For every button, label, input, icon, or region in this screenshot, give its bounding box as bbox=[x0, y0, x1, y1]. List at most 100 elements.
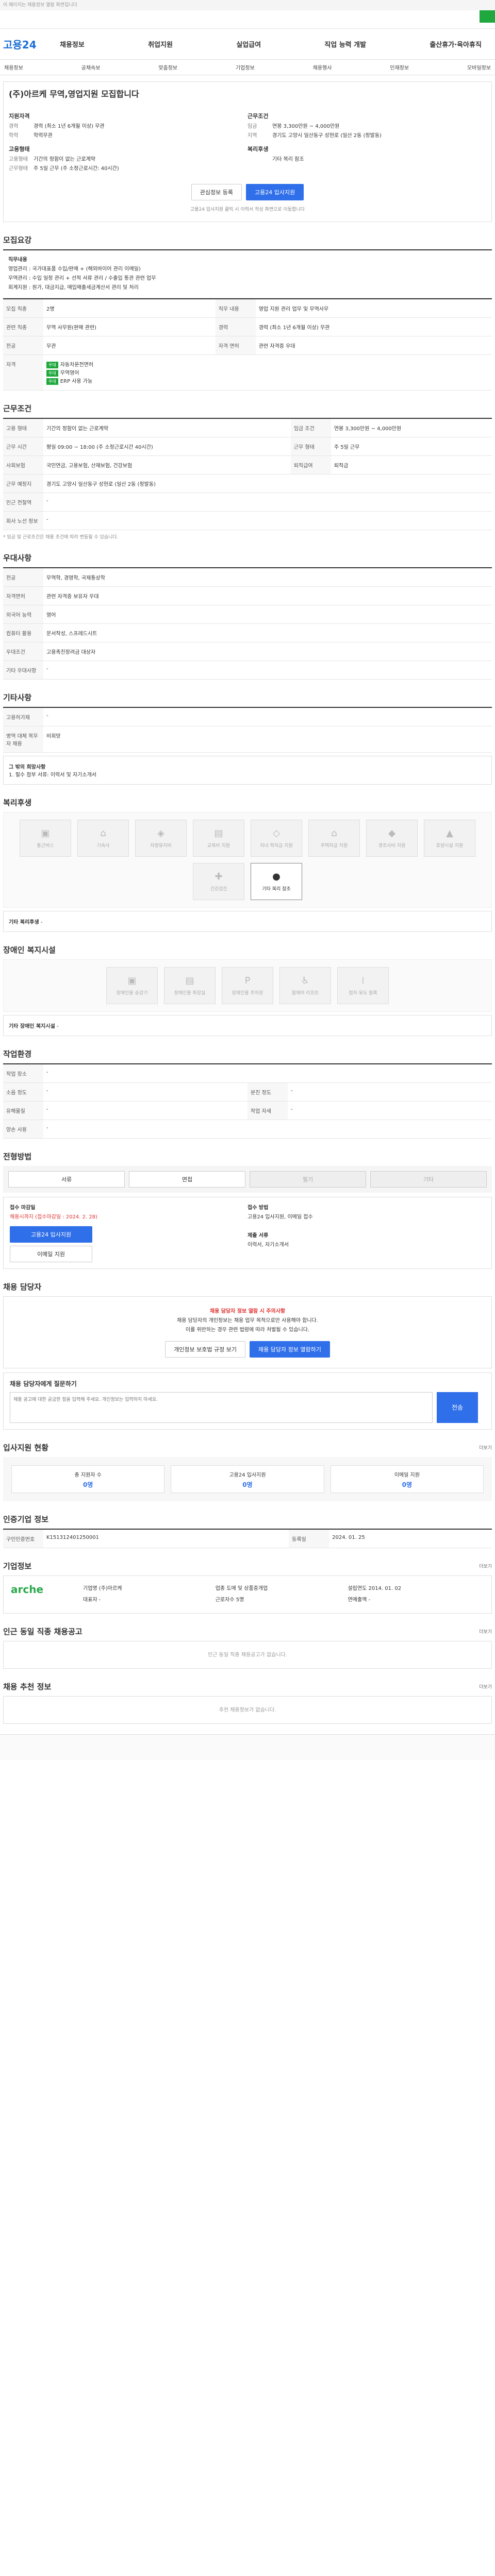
kv-value: 경기도 고양시 일산동구 성현로 (일산 2동 (정발동) bbox=[272, 133, 382, 139]
braille-icon: ⁞ bbox=[361, 975, 365, 986]
tags-cell: 우대 자동차운전면허 우대 무역영어 우대 ERP 사용 가능 bbox=[43, 354, 492, 391]
empty-other: 인근 동일 직종 채용공고가 없습니다. bbox=[3, 1641, 492, 1669]
row-key: 임금 조건 bbox=[290, 418, 331, 437]
row-key: 자격 면허 bbox=[215, 336, 256, 355]
row-key: 작업 자세 bbox=[248, 1101, 288, 1120]
site-logo[interactable]: 고용24 bbox=[3, 37, 39, 52]
menu-item[interactable]: 출산휴가·육아휴직 bbox=[430, 39, 482, 49]
tag-badge: 우대 bbox=[46, 378, 58, 385]
row-value: 무관 bbox=[43, 336, 216, 355]
view-manager-button[interactable]: 채용 담당자 정보 열람하기 bbox=[250, 1341, 330, 1358]
alert-line: 채용 담당자의 개인정보는 채용 업무 목적으로만 사용해야 합니다. bbox=[177, 1318, 318, 1324]
stat-label: 총 지원자 수 bbox=[74, 1472, 102, 1478]
facility-item: ♿ 휠체어 리프트 bbox=[279, 967, 331, 1004]
facility-item: ⁞ 점자 유도 블록 bbox=[337, 967, 389, 1004]
section-title: 장애인 복지시설 bbox=[3, 945, 56, 955]
job-summary: (주)아르케 무역,영업지원 모집합니다 지원자격 경력 경력 (최소 1년 6개… bbox=[3, 81, 492, 222]
send-question-button[interactable]: 전송 bbox=[437, 1392, 478, 1423]
row-value: - bbox=[43, 493, 492, 512]
kv-key: 경력 bbox=[9, 124, 19, 129]
email-apply-button[interactable]: 이메일 지원 bbox=[10, 1246, 92, 1262]
subnav-item[interactable]: 기업정보 bbox=[236, 63, 255, 71]
row-value: - bbox=[288, 1101, 492, 1120]
row-value: - bbox=[43, 1082, 248, 1101]
row-key: 기타 우대사항 bbox=[3, 660, 43, 680]
car-icon: ◈ bbox=[157, 828, 164, 839]
row-value: 무역학, 경영학, 국제통상학 bbox=[43, 568, 492, 587]
row-key: 퇴직급여 bbox=[290, 455, 331, 474]
menu-item[interactable]: 실업급여 bbox=[236, 39, 261, 49]
section-title: 복리후생 bbox=[3, 798, 32, 807]
method-item: 서류 bbox=[8, 1171, 125, 1188]
more-link[interactable]: 더보기 bbox=[479, 1683, 492, 1690]
save-interest-button[interactable]: 관심정보 등록 bbox=[191, 184, 242, 200]
row-key: 소음 정도 bbox=[3, 1082, 43, 1101]
welfare-label: 경조사비 지원 bbox=[378, 843, 406, 849]
row-key: 자격 bbox=[3, 354, 43, 391]
row-value: 연봉 3,300만원 ~ 4,000만원 bbox=[331, 418, 492, 437]
info-value: - bbox=[368, 1597, 371, 1603]
row-value: 주 5일 근무 bbox=[331, 437, 492, 456]
row-key: 근무 예정지 bbox=[3, 474, 43, 493]
method-item: 면접 bbox=[129, 1171, 245, 1188]
menu-item[interactable]: 채용정보 bbox=[60, 39, 85, 49]
section-title: 채용 담당자 bbox=[3, 1282, 42, 1292]
row-key: 병역 대체 복무자 채용 bbox=[3, 726, 43, 753]
docs-text: 이력서, 자기소개서 bbox=[248, 1242, 289, 1248]
row-value: - bbox=[43, 511, 492, 530]
facility-item: P 장애인용 주차장 bbox=[222, 967, 273, 1004]
more-link[interactable]: 더보기 bbox=[479, 1444, 492, 1451]
subnav-item[interactable]: 맞춤정보 bbox=[158, 63, 177, 71]
question-input[interactable] bbox=[10, 1392, 433, 1423]
stats-box: 총 지원자 수 0명 고용24 입사지원 0명 이메일 지원 0명 bbox=[3, 1457, 492, 1501]
apply-button-2[interactable]: 고용24 입사지원 bbox=[10, 1226, 92, 1243]
row-key: 전공 bbox=[3, 568, 43, 587]
kv-key: 지역 bbox=[248, 133, 257, 139]
subnav-item[interactable]: 채용행사 bbox=[313, 63, 332, 71]
emp-type-label: 고용형태 bbox=[9, 146, 30, 152]
global-nav: 고용24 채용정보 취업지원 실업급여 직업 능력 개발 출산휴가·육아휴직 bbox=[0, 29, 495, 60]
tree-icon: ▲ bbox=[446, 828, 453, 839]
facility-item: ▣ 장애인용 승강기 bbox=[106, 967, 158, 1004]
subnav-item[interactable]: 공채속보 bbox=[81, 63, 101, 71]
sub-nav: 채용정보 공채속보 맞춤정보 기업정보 채용행사 인재정보 모바일정보 bbox=[0, 60, 495, 75]
row-key: 직무 내용 bbox=[215, 299, 256, 318]
etc-title: 그 밖의 희망사항 bbox=[9, 765, 46, 770]
section-title: 인근 동일 직종 채용공고 bbox=[3, 1627, 82, 1636]
subnav-item[interactable]: 모바일정보 bbox=[467, 63, 491, 71]
subnav-item[interactable]: 채용정보 bbox=[4, 63, 23, 71]
menu-item[interactable]: 직업 능력 개발 bbox=[324, 39, 366, 49]
row-key: 분진 정도 bbox=[248, 1082, 288, 1101]
top-notice-bar: 이 페이지는 채용정보 열람 화면입니다 bbox=[0, 0, 495, 29]
more-link[interactable]: 더보기 bbox=[479, 1628, 492, 1635]
kv-value: 기간의 정함이 없는 근로계약 bbox=[34, 157, 95, 162]
row-key: 관련 직종 bbox=[3, 317, 43, 336]
kv-key bbox=[248, 155, 272, 164]
welfare-item: ▲ 휴양시설 지원 bbox=[424, 820, 475, 857]
facility-label: 휠체어 리프트 bbox=[291, 991, 319, 996]
row-key: 유해물질 bbox=[3, 1101, 43, 1120]
registered-table: 구인인증번호 K151312401250001 등록일 2024. 01. 25 bbox=[3, 1529, 492, 1548]
alert-title: 채용 담당자 정보 열람 시 주의사항 bbox=[209, 1309, 286, 1314]
req-etc: 그 밖의 희망사항 1. 필수 첨부 서류: 이력서 및 자기소개서 bbox=[3, 756, 492, 785]
subnav-item[interactable]: 인재정보 bbox=[390, 63, 409, 71]
stat-value: 0명 bbox=[242, 1481, 253, 1488]
row-value: 고용촉진장려금 대상자 bbox=[43, 642, 492, 661]
privacy-law-button[interactable]: 개인정보 보호법 규정 보기 bbox=[165, 1341, 245, 1358]
more-link[interactable]: 더보기 bbox=[479, 1563, 492, 1569]
menu-item[interactable]: 취업지원 bbox=[148, 39, 173, 49]
row-key: 고용 형태 bbox=[3, 418, 43, 437]
home-icon: ⌂ bbox=[331, 828, 337, 839]
book-icon: ▤ bbox=[214, 828, 223, 839]
welfare-label: 휴양시설 지원 bbox=[436, 843, 464, 849]
section-title: 모집요강 bbox=[3, 235, 32, 245]
apply-button[interactable]: 고용24 입사지원 bbox=[246, 184, 304, 200]
row-value: - bbox=[43, 707, 492, 726]
manager-alert: 채용 담당자 정보 열람 시 주의사항 채용 담당자의 개인정보는 채용 업무 … bbox=[3, 1296, 492, 1368]
facility-label: 장애인용 화장실 bbox=[174, 991, 206, 996]
close-notice-button[interactable] bbox=[480, 10, 495, 23]
company-box: arche 기업명 (주)아르케 업종 도매 및 상품중개업 설립연도 2014… bbox=[3, 1575, 492, 1614]
section-title: 입사지원 현황 bbox=[3, 1443, 49, 1452]
row-key: 사회보험 bbox=[3, 455, 43, 474]
row-value: 무역 사무원(판매 관련) bbox=[43, 317, 216, 336]
